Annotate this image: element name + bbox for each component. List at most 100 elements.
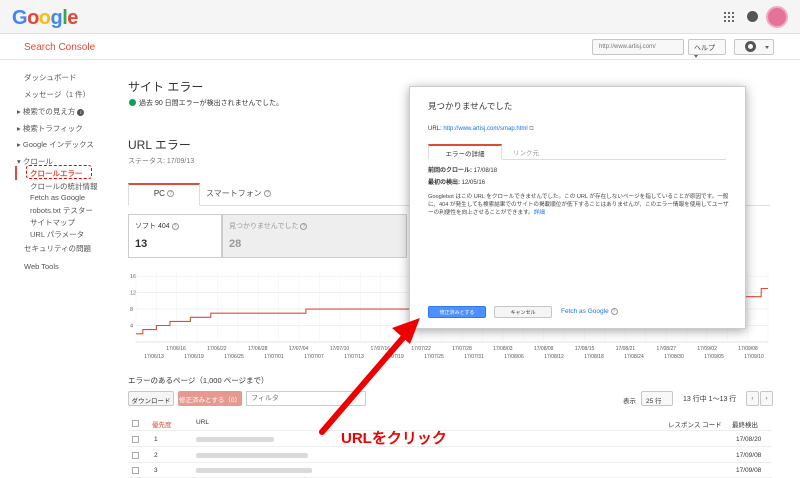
blurred-url[interactable] [196, 437, 274, 442]
sidebar-item-messages[interactable]: メッセージ（1 件） [24, 89, 90, 100]
dialog-tabs-divider [502, 159, 726, 160]
next-page-button[interactable]: › [760, 391, 773, 406]
sidebar-item-search-traffic[interactable]: ▸ 検索トラフィック [17, 123, 83, 134]
table-row[interactable]: 3 17/09/08 [128, 463, 772, 478]
tab-linked-from[interactable]: リンク元 [513, 147, 539, 157]
table-header: 優先度 URL レスポンス コード 最終検出 [128, 416, 772, 431]
prev-page-button[interactable]: ‹ [746, 391, 759, 406]
sidebar-item-web-tools[interactable]: Web Tools [24, 262, 59, 271]
more-info-link[interactable]: 詳細 [534, 210, 545, 216]
tab-pc[interactable]: PC ? [128, 183, 200, 205]
chart-x-tick-label: 17/06/19 [184, 354, 204, 360]
info-icon[interactable]: i [77, 108, 85, 116]
mark-fixed-button[interactable]: 修正済みとする（0） [178, 391, 242, 406]
counter-soft-404[interactable]: ソフト 404 ? 13 [128, 214, 222, 258]
sidebar-item-robots-tester[interactable]: robots.txt テスター [30, 205, 93, 216]
select-all-checkbox[interactable] [132, 420, 139, 427]
logo-letter: G [12, 7, 28, 29]
last-crawl-line: 前回のクロール: 17/08/18 [428, 165, 497, 174]
site-selector[interactable]: http://www.artisj.com/ [592, 39, 684, 55]
blurred-url[interactable] [196, 453, 308, 458]
chart-x-tick-label: 17/06/25 [224, 354, 244, 360]
sidebar-item-search-appearance[interactable]: ▸ 検索での見え方 i [17, 106, 85, 117]
row-checkbox[interactable] [132, 436, 139, 443]
column-header-response-code[interactable]: レスポンス コード [668, 419, 722, 429]
chart-x-tick-label: 17/09/08 [738, 346, 758, 352]
tab-error-details[interactable]: エラーの詳細 [428, 144, 502, 159]
download-button[interactable]: ダウンロード [128, 391, 174, 406]
sidebar-item-dashboard[interactable]: ダッシュボード [24, 72, 77, 83]
sidebar-active-indicator [15, 166, 17, 180]
counter-label: 見つかりませんでした [229, 223, 299, 230]
column-header-last-detected[interactable]: 最終検出 [732, 419, 758, 429]
dialog-title: 見つかりませんでした [428, 101, 513, 111]
url-label: URL: [428, 126, 442, 132]
blurred-url[interactable] [196, 468, 312, 473]
filter-input[interactable] [246, 391, 366, 406]
help-icon[interactable]: ? [167, 190, 175, 198]
chart-y-tick-label: 12 [130, 291, 136, 297]
counter-not-found[interactable]: 見つかりませんでした ? 28 [222, 214, 407, 258]
help-label: ヘルプ [694, 45, 715, 52]
chart-x-tick-label: 17/08/03 [493, 346, 513, 352]
row-checkbox[interactable] [132, 467, 139, 474]
chart-x-tick-label: 17/08/27 [657, 346, 677, 352]
description-text: Googlebot はこの URL をクロールできませんでした。この URL が… [428, 194, 729, 216]
help-icon[interactable]: ? [300, 222, 308, 230]
sidebar-item-fetch-as-google[interactable]: Fetch as Google [30, 193, 85, 202]
notifications-icon[interactable] [747, 11, 758, 22]
apps-grid-icon[interactable] [724, 12, 734, 22]
dialog-mark-fixed-button[interactable]: 修正済みとする [428, 306, 486, 318]
status-date: ステータス: 17/09/13 [128, 158, 195, 165]
site-selector-label: http://www.artisj.com/ [599, 44, 656, 50]
table-title: エラーのあるページ（1,000 ページまで） [128, 376, 269, 385]
chart-x-tick-label: 17/06/13 [144, 354, 164, 360]
avatar[interactable] [766, 6, 788, 28]
expand-arrow-icon: ▸ [17, 124, 21, 133]
column-header-priority[interactable]: 優先度 [152, 419, 172, 429]
help-icon[interactable]: ? [264, 190, 271, 198]
chart-x-tick-label: 17/07/19 [384, 354, 404, 360]
last-crawl-value: 17/08/18 [473, 168, 498, 174]
chevron-down-icon [765, 46, 769, 49]
chart-x-tick-label: 17/08/12 [544, 354, 564, 360]
chart-x-tick-label: 17/06/28 [248, 346, 268, 352]
url-errors-title: URL エラー [128, 138, 191, 152]
table-row[interactable]: 2 17/09/08 [128, 448, 772, 463]
tab-smartphone[interactable]: スマートフォン ? [206, 188, 271, 199]
first-detected-label: 最初の検出: [428, 180, 460, 186]
help-button[interactable]: ヘルプ [688, 39, 726, 58]
column-header-url[interactable]: URL [196, 419, 209, 426]
chart-y-tick-label: 4 [130, 324, 133, 330]
sidebar-item-crawl-errors[interactable]: クロールエラー [26, 165, 92, 179]
chart-x-tick-label: 17/07/07 [304, 354, 324, 360]
chart-x-tick-label: 17/08/09 [534, 346, 554, 352]
sidebar-item-google-index[interactable]: ▸ Google インデックス [17, 139, 94, 150]
sidebar-item-sitemaps[interactable]: サイトマップ [30, 217, 75, 228]
sidebar-item-security-issues[interactable]: セキュリティの問題 [24, 243, 91, 254]
app-title[interactable]: Search Console [24, 42, 95, 53]
row-date: 17/09/08 [736, 452, 762, 459]
table-row[interactable]: 1 17/08/20 [128, 432, 772, 447]
chart-x-tick-label: 17/07/31 [464, 354, 484, 360]
logo-letter: o [38, 7, 51, 29]
rows-per-page-select[interactable]: 25 行 [641, 391, 673, 406]
site-errors-status: 過去 90 日間エラーが検出されませんでした。 [139, 100, 284, 107]
google-logo[interactable]: Google [12, 7, 78, 30]
row-date: 17/08/20 [736, 436, 762, 443]
sidebar-item-url-parameters[interactable]: URL パラメータ [30, 229, 84, 240]
dialog-url-line: URL: http://www.artisj.com/smap.html ⧉ [428, 126, 534, 133]
help-icon[interactable]: ? [171, 222, 179, 230]
fetch-as-google-link[interactable]: Fetch as Google ? [561, 308, 618, 315]
tab-label: PC [153, 189, 165, 198]
chart-x-tick-label: 17/09/02 [697, 346, 717, 352]
url-link[interactable]: http://www.artisj.com/smap.html [443, 126, 527, 132]
external-link-icon[interactable]: ⧉ [529, 126, 533, 132]
chart-x-tick-label: 17/09/05 [704, 354, 724, 360]
logo-letter: e [67, 7, 78, 29]
help-icon[interactable]: ? [610, 308, 618, 315]
sidebar-item-crawl-stats[interactable]: クロールの統計情報 [30, 181, 98, 192]
fetch-link-label: Fetch as Google [561, 308, 609, 316]
row-checkbox[interactable] [132, 452, 139, 459]
dialog-cancel-button[interactable]: キャンセル [494, 306, 552, 318]
